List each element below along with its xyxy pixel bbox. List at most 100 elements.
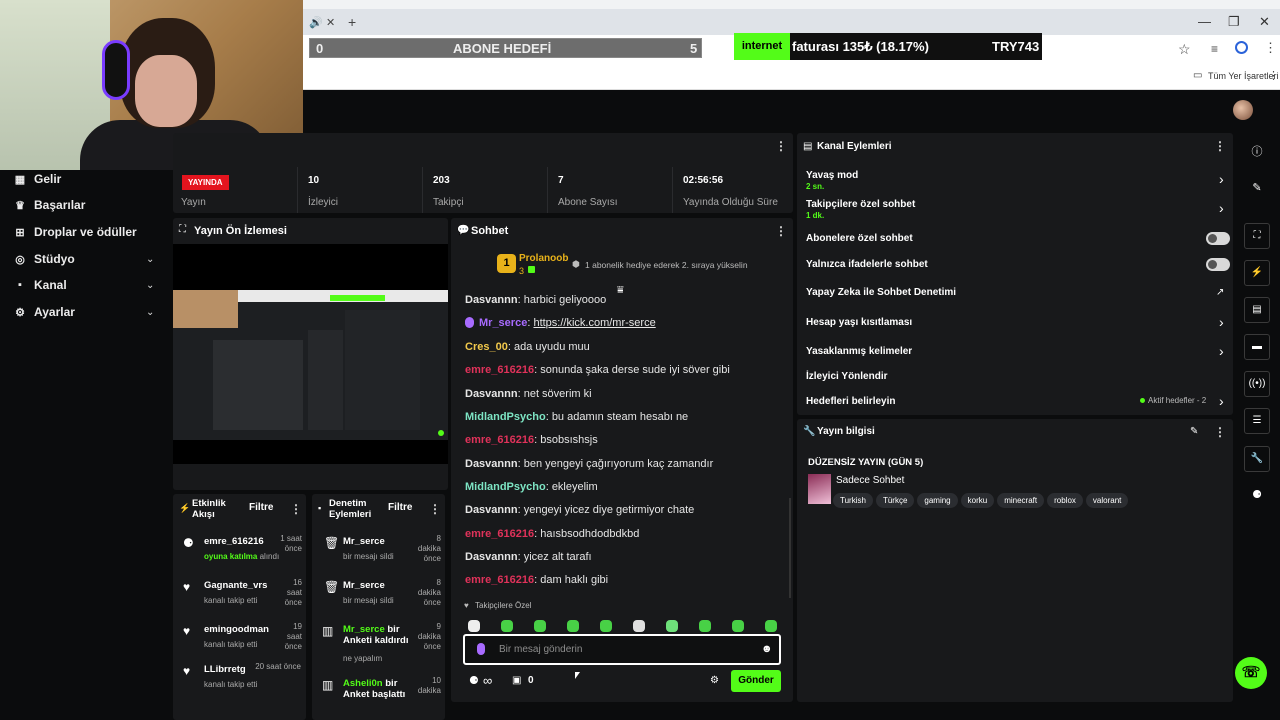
sidebar-item-studyo[interactable]: ◎ Stüdyo — [14, 252, 74, 266]
toggle-sub-chat[interactable] — [1206, 232, 1230, 245]
sidebar-item-droplar[interactable]: ⊞ Droplar ve ödüller — [14, 225, 136, 239]
feed-name[interactable]: Gagnante_vrs — [204, 580, 267, 591]
chevron-down-icon[interactable]: ⌄ — [146, 254, 154, 265]
clipboard-icon[interactable]: ▤ — [1244, 297, 1270, 323]
info-icon[interactable]: ⓘ — [1250, 143, 1264, 158]
support-chat-button[interactable]: ☏ — [1235, 657, 1267, 689]
speaker-icon[interactable]: 🔊 — [309, 16, 323, 29]
chat-username[interactable]: Dasvannn — [465, 551, 518, 563]
list-icon[interactable]: ☰ — [1244, 408, 1270, 434]
channel-actions-menu-icon[interactable]: ⋮ — [1214, 139, 1226, 153]
emoji-icon[interactable]: ☻ — [761, 643, 773, 655]
category-name[interactable]: Sadece Sohbet — [836, 475, 904, 486]
points-icon[interactable]: ⚈ — [1250, 488, 1264, 502]
tag-chip[interactable]: valorant — [1085, 493, 1129, 508]
feed-name[interactable]: emre_616216 — [204, 536, 264, 547]
maximize-icon[interactable]: ❐ — [1228, 14, 1240, 30]
edit-icon[interactable]: ✎ — [1190, 426, 1198, 437]
chevron-down-icon[interactable]: ⌄ — [146, 307, 154, 318]
chevron-right-icon[interactable]: › — [1219, 393, 1224, 409]
external-link-icon[interactable]: ↗ — [1216, 287, 1224, 298]
chat-username[interactable]: emre_616216 — [465, 364, 534, 376]
tag-chip[interactable]: minecraft — [997, 493, 1045, 508]
send-button[interactable]: Gönder — [731, 670, 781, 692]
feed-name[interactable]: Mr_serce — [343, 580, 385, 591]
chat-username[interactable]: MidlandPsycho — [465, 411, 546, 423]
wrench-icon[interactable]: 🔧 — [1244, 446, 1270, 472]
chevron-down-icon[interactable]: ⌄ — [146, 280, 154, 291]
emote-icon[interactable] — [666, 620, 678, 632]
emote-skull-icon[interactable] — [468, 620, 480, 632]
stream-info-menu-icon[interactable]: ⋮ — [1214, 425, 1226, 439]
tag-chip[interactable]: gaming — [917, 493, 958, 508]
capture-icon[interactable]: ⛶ — [1244, 223, 1270, 249]
chat-username[interactable]: Dasvannn — [465, 388, 518, 400]
avatar[interactable] — [1233, 100, 1253, 120]
window-close-icon[interactable]: ✕ — [1259, 14, 1270, 30]
tag-chip[interactable]: korku — [960, 493, 995, 508]
stats-menu-icon[interactable]: ⋮ — [775, 139, 787, 153]
chat-username[interactable]: Dasvannn — [465, 504, 518, 516]
star-icon[interactable]: ☆ — [1178, 41, 1191, 58]
emote-icon[interactable] — [567, 620, 579, 632]
sidebar-item-basarilar[interactable]: ♛ Başarılar — [14, 198, 85, 212]
tag-chip[interactable]: roblox — [1047, 493, 1083, 508]
chat-username[interactable]: Mr_serce — [479, 317, 527, 329]
chat-input[interactable]: Bir mesaj gönderin ☻ — [463, 634, 781, 665]
playlist-icon[interactable]: ≡ — [1211, 42, 1218, 56]
category-thumbnail[interactable] — [808, 474, 831, 504]
emote-icon[interactable] — [600, 620, 612, 632]
sidebar-item-ayarlar[interactable]: ⚙ Ayarlar — [14, 305, 75, 319]
sidebar-item-kanal[interactable]: ▪ Kanal — [14, 278, 67, 292]
chat-username[interactable]: emre_616216 — [465, 434, 534, 446]
new-tab-icon[interactable]: + — [348, 14, 356, 30]
points-icon[interactable]: ⚈ — [469, 674, 479, 687]
chevron-right-icon[interactable]: › — [1219, 314, 1224, 330]
moderation-menu-icon[interactable]: ⋮ — [429, 502, 441, 516]
emote-icon[interactable] — [633, 620, 645, 632]
pinned-user[interactable]: Prolanoob — [519, 253, 568, 264]
feed-name[interactable]: emingoodman — [204, 624, 269, 635]
chat-username[interactable]: Dasvannn — [465, 458, 518, 470]
tag-chip[interactable]: Türkçe — [875, 493, 915, 508]
toggle-emote-chat[interactable] — [1206, 258, 1230, 271]
sidebar-item-gelir[interactable]: ▦ Gelir — [14, 172, 62, 186]
chat-username[interactable]: emre_616216 — [465, 528, 534, 540]
profile-icon[interactable] — [1235, 41, 1248, 54]
feed-name-user[interactable]: Mr_serce — [343, 624, 385, 635]
moderation-filter-button[interactable]: Filtre — [388, 502, 412, 513]
bookmarks-more-icon[interactable]: ⋮ — [1268, 69, 1279, 82]
chat-link[interactable]: https://kick.com/mr-serce — [533, 317, 655, 329]
chat-message: emre_616216: haısbsodhdodbdkbd — [465, 528, 640, 540]
emote-icon[interactable] — [534, 620, 546, 632]
lightning-icon[interactable]: ⚡ — [1244, 260, 1270, 286]
chat-settings-icon[interactable]: ⚙ — [710, 675, 719, 686]
emote-icon[interactable] — [501, 620, 513, 632]
chevron-right-icon[interactable]: › — [1219, 171, 1224, 187]
chevron-right-icon[interactable]: › — [1219, 200, 1224, 216]
tag-chip[interactable]: Turkish — [833, 493, 873, 508]
activity-menu-icon[interactable]: ⋮ — [290, 502, 302, 516]
chat-username[interactable]: emre_616216 — [465, 574, 534, 586]
activity-filter-button[interactable]: Filtre — [249, 502, 273, 513]
close-tab-icon[interactable]: ✕ — [326, 16, 335, 29]
emote-icon[interactable] — [699, 620, 711, 632]
emote-icon[interactable] — [732, 620, 744, 632]
chevron-right-icon[interactable]: › — [1219, 343, 1224, 359]
chat-menu-icon[interactable]: ⋮ — [775, 224, 787, 238]
minimize-icon[interactable]: — — [1198, 14, 1211, 29]
broadcast-icon[interactable]: ((•)) — [1244, 371, 1270, 397]
preview-video[interactable] — [173, 244, 448, 464]
menu-icon[interactable]: ⋮ — [1264, 40, 1277, 56]
box-icon[interactable]: ▣ — [512, 675, 521, 686]
chat-username[interactable]: MidlandPsycho — [465, 481, 546, 493]
emote-icon[interactable] — [765, 620, 777, 632]
pen-icon[interactable]: ✎ — [1250, 181, 1264, 195]
chat-bubble-icon[interactable]: ▬ — [1244, 334, 1270, 360]
feed-name[interactable]: LLibrretg — [204, 664, 246, 675]
feed-name[interactable]: Mr_serce — [343, 536, 385, 547]
feed-name-user[interactable]: Asheli0n — [343, 678, 383, 689]
chat-username[interactable]: Dasvannn — [465, 294, 518, 306]
chat-scrollbar[interactable] — [789, 498, 791, 598]
chat-username[interactable]: Cres_00 — [465, 341, 508, 353]
